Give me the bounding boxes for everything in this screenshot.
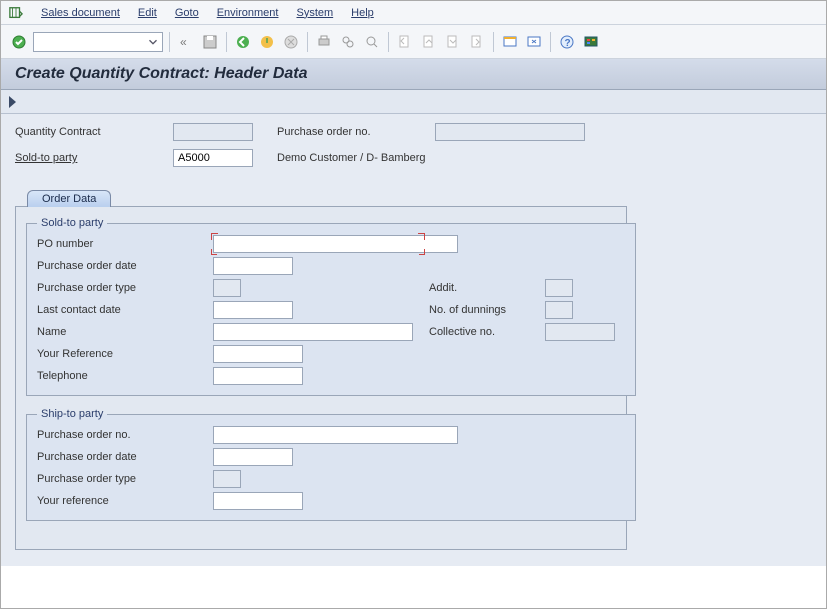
your-reference-label: Your Reference [37,348,207,360]
menu-goto[interactable]: Goto [175,5,199,21]
group-ship-to-party: Ship-to party Purchase order no. Purchas… [26,408,636,521]
find-icon[interactable] [338,32,358,52]
header-fields: Quantity Contract Sold-to party Purchase… [15,122,812,168]
last-page-icon[interactable] [467,32,487,52]
po-type-field [213,279,241,297]
quantity-contract-label: Quantity Contract [15,126,165,138]
po-number-label: PO number [37,238,207,250]
separator-icon [493,32,494,52]
dunnings-field [545,301,573,319]
sold-to-party-label[interactable]: Sold-to party [15,152,165,164]
dunnings-label: No. of dunnings [429,304,539,316]
separator-icon [169,32,170,52]
group-sold-to-party: Sold-to party PO number Purchase order d… [26,217,636,396]
ship-your-reference-label: Your reference [37,495,207,507]
cancel-icon[interactable] [281,32,301,52]
po-date-field[interactable] [213,257,293,275]
your-reference-field[interactable] [213,345,303,363]
help-icon[interactable]: ? [557,32,577,52]
menu-bar: Sales document Edit Goto Environment Sys… [1,1,826,25]
ship-po-no-label: Purchase order no. [37,429,207,441]
app-toolbar [1,90,826,114]
standard-toolbar: « ? [1,25,826,59]
save-icon[interactable] [200,32,220,52]
menu-environment[interactable]: Environment [217,5,279,21]
svg-text:?: ? [565,38,571,49]
telephone-field[interactable] [213,367,303,385]
addit-label: Addit. [429,282,539,294]
content-area: Quantity Contract Sold-to party Purchase… [1,114,826,566]
sold-to-party-field[interactable] [173,149,253,167]
new-session-icon[interactable] [500,32,520,52]
enter-icon[interactable] [9,32,29,52]
separator-icon [307,32,308,52]
find-next-icon[interactable] [362,32,382,52]
po-number-required-wrap [213,235,423,253]
title-band: Create Quantity Contract: Header Data [1,59,826,90]
svg-text:«: « [180,35,187,49]
shortcut-icon[interactable] [524,32,544,52]
ship-po-type-label: Purchase order type [37,473,207,485]
back-icon[interactable]: « [176,32,196,52]
print-icon[interactable] [314,32,334,52]
ship-your-reference-field[interactable] [213,492,303,510]
sold-to-party-desc: Demo Customer / D- Bamberg [277,152,426,164]
expand-icon[interactable] [9,96,16,108]
ship-po-date-field[interactable] [213,448,293,466]
next-page-icon[interactable] [443,32,463,52]
last-contact-label: Last contact date [37,304,207,316]
page-title: Create Quantity Contract: Header Data [15,65,812,83]
ship-po-date-label: Purchase order date [37,451,207,463]
layout-icon[interactable] [581,32,601,52]
last-contact-field[interactable] [213,301,293,319]
ship-po-no-field[interactable] [213,426,458,444]
tab-strip: Order Data [27,184,812,206]
tab-body: Sold-to party PO number Purchase order d… [15,206,627,550]
ship-po-type-field [213,470,241,488]
po-date-label: Purchase order date [37,260,207,272]
po-no-label: Purchase order no. [277,126,427,138]
first-page-icon[interactable] [395,32,415,52]
po-type-label: Purchase order type [37,282,207,294]
menu-system[interactable]: System [296,5,333,21]
quantity-contract-field [173,123,253,141]
group-sold-to-party-legend: Sold-to party [37,217,107,229]
po-no-field [435,123,585,141]
menu-sales-document[interactable]: Sales document [41,5,120,21]
back-green-icon[interactable] [233,32,253,52]
name-label: Name [37,326,207,338]
prev-page-icon[interactable] [419,32,439,52]
separator-icon [550,32,551,52]
addit-field [545,279,573,297]
name-field[interactable] [213,323,413,341]
separator-icon [388,32,389,52]
command-field[interactable] [33,32,163,52]
collective-no-label: Collective no. [429,326,539,338]
app-menu-icon[interactable] [9,6,23,20]
exit-icon[interactable] [257,32,277,52]
menu-help[interactable]: Help [351,5,374,21]
menu-edit[interactable]: Edit [138,5,157,21]
group-ship-to-party-legend: Ship-to party [37,408,107,420]
telephone-label: Telephone [37,370,207,382]
tab-order-data[interactable]: Order Data [27,190,111,207]
separator-icon [226,32,227,52]
collective-no-field [545,323,615,341]
